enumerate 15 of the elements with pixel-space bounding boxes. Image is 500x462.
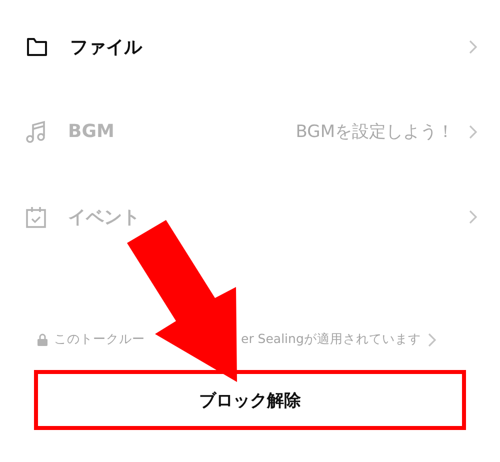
menu-label: BGM bbox=[68, 121, 114, 142]
music-note-icon bbox=[26, 120, 46, 144]
chevron-right-icon bbox=[468, 38, 478, 54]
chevron-right-icon bbox=[468, 208, 478, 224]
menu-label: ファイル bbox=[70, 36, 142, 58]
folder-icon bbox=[26, 36, 48, 56]
lock-icon bbox=[37, 333, 48, 346]
notice-text[interactable]: er Sealingが適用されています bbox=[241, 331, 421, 348]
chevron-right-icon bbox=[468, 124, 478, 140]
menu-value: BGMを設定しよう！ bbox=[296, 121, 454, 143]
calendar-icon bbox=[26, 206, 46, 228]
menu-label: イベント bbox=[68, 206, 140, 228]
chevron-right-icon bbox=[426, 332, 437, 348]
menu-item[interactable]: ファイル bbox=[0, 4, 500, 89]
notice-text: このトークルー bbox=[54, 331, 145, 348]
